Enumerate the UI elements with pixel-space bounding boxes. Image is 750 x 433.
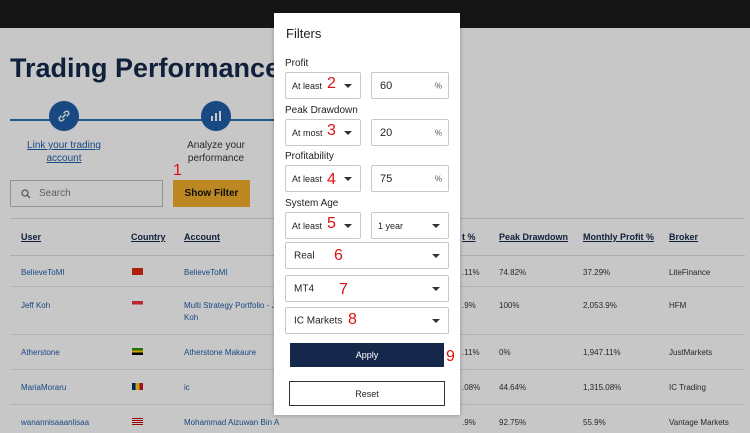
profitability-value-input[interactable]: 75 % [371,165,449,192]
drawdown-operator-select[interactable]: At most [285,119,361,146]
filters-title: Filters [286,26,322,41]
profitability-operator-select[interactable]: At least [285,165,361,192]
annotation-9: 9 [446,348,455,365]
profit-label: Profit [285,58,309,69]
account-type-select[interactable]: Real [285,242,449,269]
system-age-label: System Age [285,198,339,209]
annotation-6: 6 [334,247,343,264]
annotation-3: 3 [327,122,336,139]
profit-operator-select[interactable]: At least [285,72,361,99]
chevron-down-icon [344,176,352,181]
profit-value-input[interactable]: 60 % [371,72,449,99]
chevron-down-icon [432,286,440,291]
annotation-7: 7 [339,281,348,298]
annotation-5: 5 [327,215,336,232]
platform-select[interactable]: MT4 [285,275,449,302]
chevron-down-icon [432,223,440,228]
drawdown-label: Peak Drawdown [285,105,358,116]
filters-dialog: Filters Profit At least 60 % Peak Drawdo… [274,13,460,415]
apply-button[interactable]: Apply [290,343,444,367]
reset-button[interactable]: Reset [289,381,445,406]
annotation-4: 4 [327,171,336,188]
broker-select[interactable]: IC Markets [285,307,449,334]
chevron-down-icon [344,83,352,88]
profitability-label: Profitability [285,151,334,162]
system-age-operator-select[interactable]: At least [285,212,361,239]
annotation-8: 8 [348,311,357,328]
annotation-1: 1 [173,162,182,179]
chevron-down-icon [432,318,440,323]
system-age-value-select[interactable]: 1 year [371,212,449,239]
chevron-down-icon [344,223,352,228]
drawdown-value-input[interactable]: 20 % [371,119,449,146]
chevron-down-icon [344,130,352,135]
annotation-2: 2 [327,75,336,92]
chevron-down-icon [432,253,440,258]
